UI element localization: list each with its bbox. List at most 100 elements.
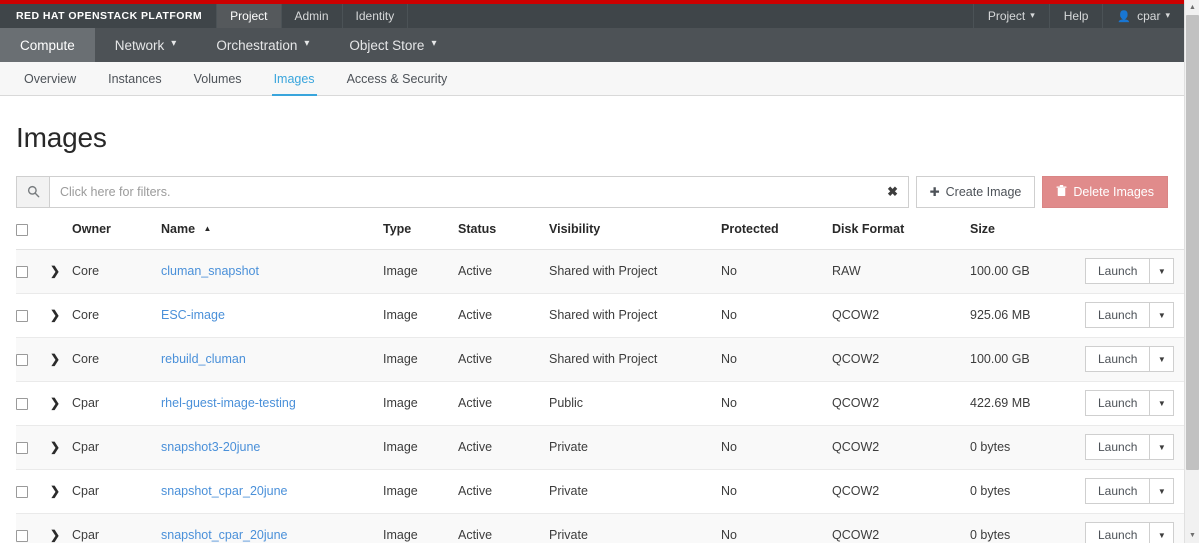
image-name-link[interactable]: ESC-image [161,308,225,322]
header-size[interactable]: Size [970,221,1085,250]
chevron-down-icon: ▼ [1157,442,1166,452]
row-select-checkbox[interactable] [16,310,28,322]
user-menu[interactable]: 👤 cpar ▾ [1102,4,1184,28]
top-context-tabs: Project Admin Identity [216,4,409,28]
image-name-link[interactable]: snapshot_cpar_20june [161,528,288,542]
cell-name: snapshot_cpar_20june [161,469,383,514]
tab-access-security-label: Access & Security [346,71,448,86]
image-name-link[interactable]: snapshot3-20june [161,440,260,454]
cell-visibility: Shared with Project [549,293,721,338]
scroll-down-arrow-icon[interactable]: ▼ [1185,528,1199,543]
cell-type: Image [383,381,458,426]
launch-button[interactable]: Launch [1085,434,1150,461]
app-viewport: RED HAT OPENSTACK PLATFORM Project Admin… [0,0,1184,543]
header-protected[interactable]: Protected [721,221,832,250]
delete-images-button[interactable]: Delete Images [1042,175,1168,208]
row-select-checkbox[interactable] [16,442,28,454]
header-protected-label: Protected [721,221,779,236]
header-type[interactable]: Type [383,221,458,250]
header-disk-format-label: Disk Format [832,221,905,236]
row-actions-dropdown-toggle[interactable]: ▼ [1149,522,1175,543]
cell-name: snapshot_cpar_20june [161,513,383,543]
nav-item-orchestration[interactable]: Orchestration ▾ [196,28,329,62]
chevron-right-icon[interactable]: ❯ [50,353,60,365]
vertical-scrollbar[interactable]: ▲ ▼ [1184,0,1199,543]
nav-item-object-store[interactable]: Object Store ▾ [329,28,456,62]
row-select-cell [16,249,50,294]
image-name-link[interactable]: rebuild_cluman [161,352,246,366]
row-select-checkbox[interactable] [16,266,28,278]
tab-volumes[interactable]: Volumes [178,62,258,95]
scroll-up-arrow-icon[interactable]: ▲ [1185,0,1199,15]
row-action-group: Launch ▼ [1085,302,1175,329]
launch-button[interactable]: Launch [1085,258,1150,285]
row-expand-cell: ❯ [50,381,72,426]
row-select-cell [16,381,50,426]
nav-item-orchestration-label: Orchestration [216,37,298,53]
section-tabs: Overview Instances Volumes Images Access… [0,62,1184,96]
row-select-checkbox[interactable] [16,354,28,366]
nav-item-compute[interactable]: Compute [0,28,95,62]
row-actions-dropdown-toggle[interactable]: ▼ [1149,258,1175,285]
image-name-link[interactable]: cluman_snapshot [161,264,259,278]
header-owner-label: Owner [72,221,111,236]
launch-button[interactable]: Launch [1085,346,1150,373]
row-select-checkbox[interactable] [16,486,28,498]
top-tab-project[interactable]: Project [216,4,281,28]
chevron-right-icon[interactable]: ❯ [50,441,60,453]
cell-actions: Launch ▼ [1085,425,1184,470]
top-tab-identity[interactable]: Identity [341,4,409,28]
chevron-right-icon[interactable]: ❯ [50,485,60,497]
cell-visibility: Public [549,381,721,426]
row-select-checkbox[interactable] [16,530,28,542]
tab-overview[interactable]: Overview [8,62,92,95]
scrollbar-thumb[interactable] [1186,15,1199,470]
row-actions-dropdown-toggle[interactable]: ▼ [1149,434,1175,461]
cell-status: Active [458,513,549,543]
header-visibility[interactable]: Visibility [549,221,721,250]
header-name[interactable]: Name ▲ [161,221,383,250]
select-all-checkbox[interactable] [16,223,28,236]
launch-button[interactable]: Launch [1085,390,1150,417]
image-name-link[interactable]: snapshot_cpar_20june [161,484,288,498]
cell-size: 0 bytes [970,469,1085,514]
cell-status: Active [458,469,549,514]
search-input[interactable] [50,184,878,199]
cell-visibility: Private [549,425,721,470]
table-row: ❯ Cpar snapshot3-20june Image Active Private N… [16,425,1184,470]
browser-page: RED HAT OPENSTACK PLATFORM Project Admin… [0,0,1199,543]
tab-images[interactable]: Images [258,62,331,96]
create-image-button[interactable]: ✚ Create Image [915,175,1036,208]
image-name-link[interactable]: rhel-guest-image-testing [161,396,296,410]
user-menu-label: cpar [1137,9,1161,23]
launch-button[interactable]: Launch [1085,302,1150,329]
chevron-right-icon[interactable]: ❯ [50,397,60,409]
header-status-label: Status [458,221,497,236]
table-row: ❯ Core ESC-image Image Active Shared with Pro… [16,293,1184,338]
tab-access-security[interactable]: Access & Security [331,62,464,95]
header-visibility-label: Visibility [549,221,601,236]
help-link[interactable]: Help [1048,4,1103,28]
brand-logo: RED HAT OPENSTACK PLATFORM [0,4,216,28]
nav-item-network[interactable]: Network ▾ [95,28,197,62]
cell-actions: Launch ▼ [1085,337,1184,382]
tab-instances[interactable]: Instances [92,62,178,95]
row-actions-dropdown-toggle[interactable]: ▼ [1149,478,1175,505]
launch-button[interactable]: Launch [1085,478,1150,505]
row-actions-dropdown-toggle[interactable]: ▼ [1149,390,1175,417]
top-tab-admin[interactable]: Admin [280,4,342,28]
close-icon[interactable]: ✖ [878,184,908,200]
row-actions-dropdown-toggle[interactable]: ▼ [1149,302,1175,329]
launch-button[interactable]: Launch [1085,522,1150,543]
chevron-right-icon[interactable]: ❯ [50,529,60,541]
header-status[interactable]: Status [458,221,549,250]
row-select-checkbox[interactable] [16,398,28,410]
cell-status: Active [458,381,549,426]
project-switcher[interactable]: Project ▾ [972,4,1049,28]
header-disk-format[interactable]: Disk Format [832,221,970,250]
cell-name: cluman_snapshot [161,249,383,294]
header-owner[interactable]: Owner [72,221,161,250]
chevron-right-icon[interactable]: ❯ [50,265,60,277]
row-actions-dropdown-toggle[interactable]: ▼ [1149,346,1175,373]
chevron-right-icon[interactable]: ❯ [50,309,60,321]
